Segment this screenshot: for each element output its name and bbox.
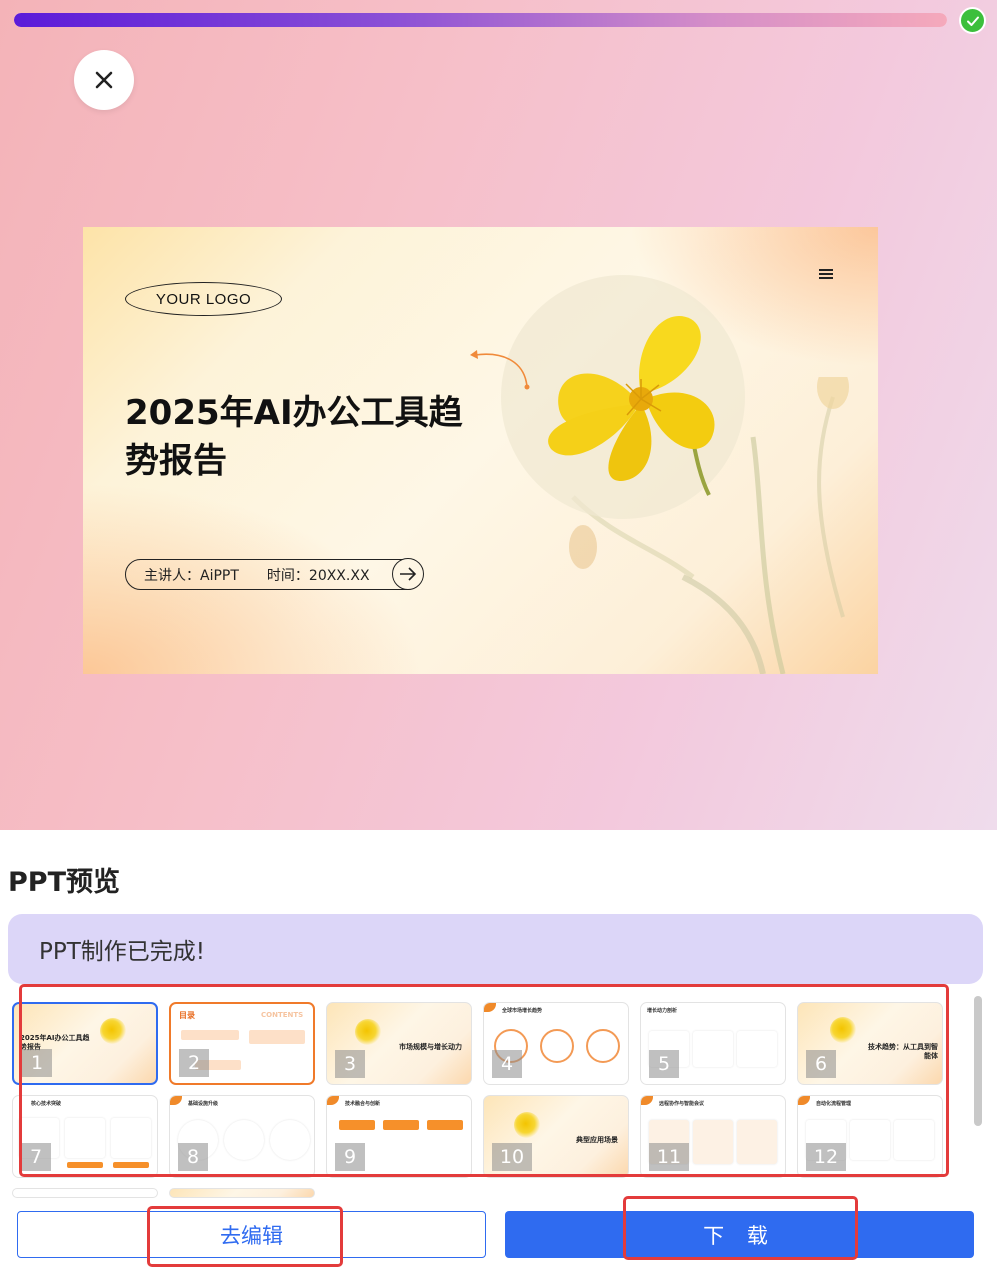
close-icon [95,71,113,89]
slide-title-line2: 势报告 [125,441,227,481]
slide-title-line1: 2025年AI办公工具趋 [125,393,463,433]
arrow-right-icon [392,558,424,590]
close-button[interactable] [74,50,134,110]
panel-title: PPT预览 [8,867,120,898]
thumbnail-slide-partial[interactable] [12,1188,158,1198]
decorative-arrow-icon [470,350,530,390]
progress-bar [14,13,947,27]
slide-title: 2025年AI办公工具趋 势报告 [125,389,485,485]
presenter-info: 主讲人：AiPPT 时间：20XX.XX [125,558,424,590]
check-icon [959,7,986,34]
ppt-preview-area: YOUR LOGO 2025年AI办公工具趋 势报告 主讲人：AiPPT 时间：… [0,0,997,830]
slide-logo: YOUR LOGO [125,282,282,316]
edit-button-highlight [147,1206,343,1267]
yellow-flower-illustration [548,316,715,496]
main-slide[interactable]: YOUR LOGO 2025年AI办公工具趋 势报告 主讲人：AiPPT 时间：… [83,227,878,674]
progress-fill [14,13,947,27]
status-text: PPT制作已完成! [39,939,206,965]
status-message: PPT制作已完成! [8,914,983,984]
presenter-label: 主讲人：AiPPT [144,567,239,584]
scrollbar[interactable] [974,996,982,1126]
download-button-highlight [623,1196,858,1260]
menu-icon[interactable] [819,269,833,279]
thumbnail-grid-highlight [19,984,949,1177]
time-label: 时间：20XX.XX [266,567,370,584]
thumbnail-slide-partial[interactable] [169,1188,315,1198]
